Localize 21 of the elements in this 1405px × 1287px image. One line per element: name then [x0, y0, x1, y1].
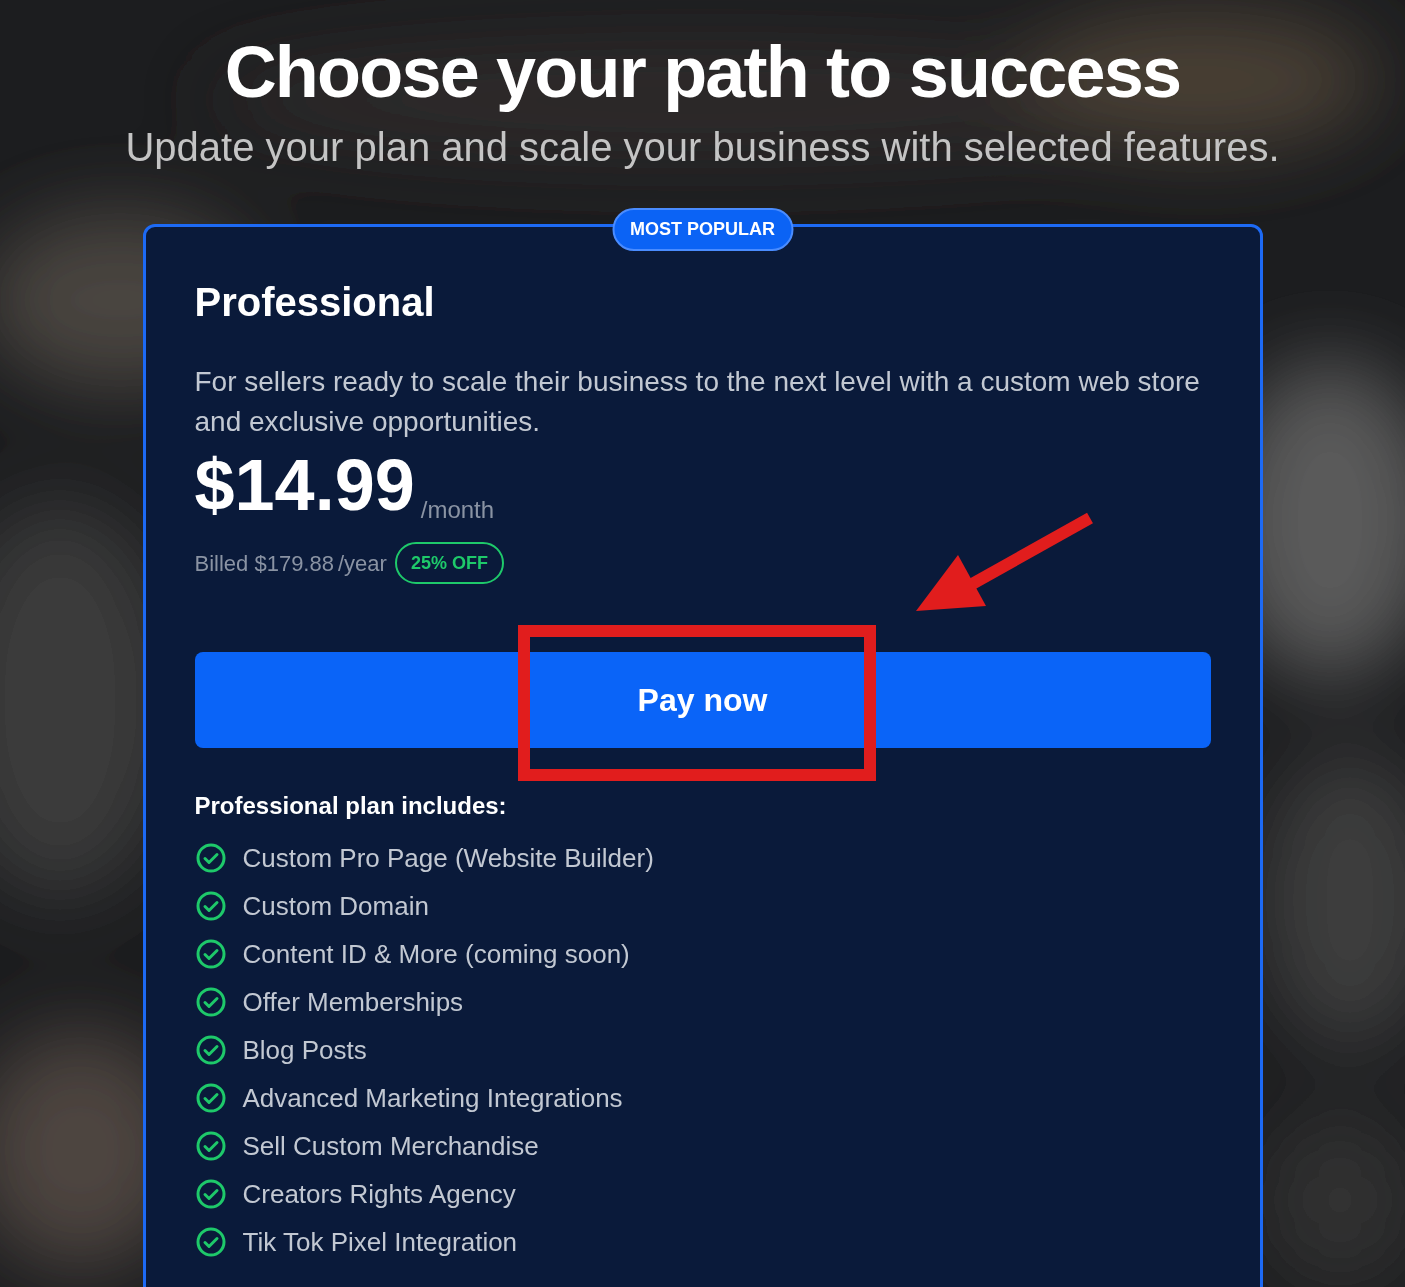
feature-text: Creators Rights Agency [242, 1177, 516, 1211]
feature-text: Advanced Marketing Integrations [242, 1081, 623, 1115]
billed-period: /year [337, 549, 387, 578]
includes-heading: Professional plan includes: [194, 791, 508, 821]
feature-text: Blog Posts [242, 1033, 367, 1067]
page-title: Choose your path to success [224, 31, 1181, 114]
page-subtitle: Update your plan and scale your business with selected features. [125, 124, 1280, 171]
price-period: /month [420, 495, 495, 525]
popular-badge: MOST POPULAR [612, 208, 793, 251]
feature-text: Tik Tok Pixel Integration [242, 1225, 518, 1259]
plan-name: Professional [194, 279, 436, 326]
feature-text: Custom Domain [242, 889, 429, 923]
plan-description: For sellers ready to scale their business to the next level with a custom web store and exclusive opportunities. [194, 365, 1201, 439]
pay-now-button[interactable]: Pay now [194, 652, 1211, 748]
feature-text: Content ID & More (coming soon) [242, 937, 630, 971]
plan-price: $14.99 [194, 448, 415, 522]
feature-text: Sell Custom Merchandise [242, 1129, 539, 1163]
billed-amount: Billed $179.88 [194, 549, 334, 578]
discount-badge: 25% OFF [394, 542, 504, 584]
feature-text: Custom Pro Page (Website Builder) [242, 841, 654, 875]
feature-text: Offer Memberships [242, 985, 464, 1019]
